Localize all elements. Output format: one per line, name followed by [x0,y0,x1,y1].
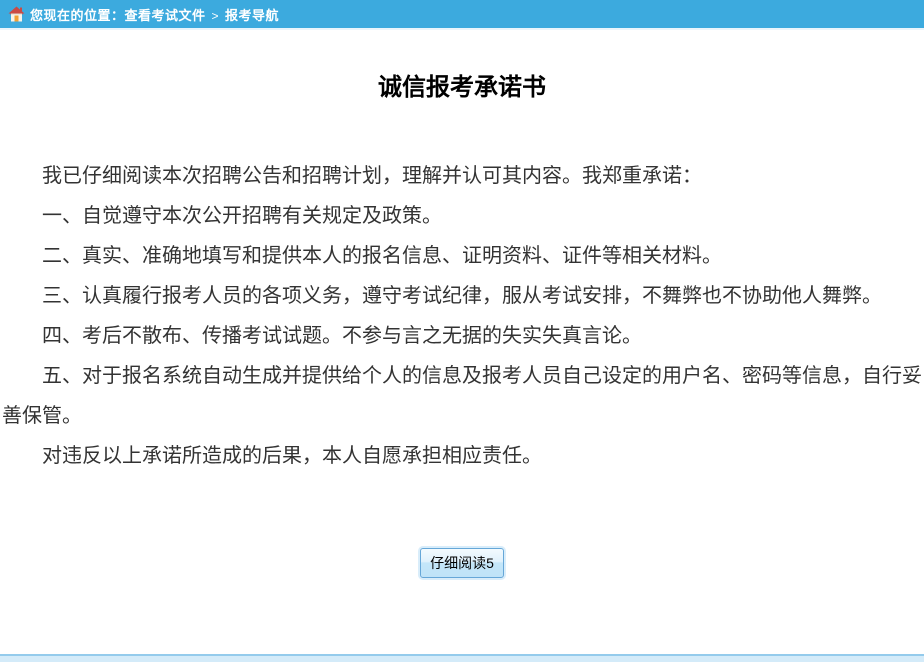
paragraph-closing: 对违反以上承诺所造成的后果，本人自愿承担相应责任。 [2,436,922,476]
footer-strip [0,654,924,662]
page-title: 诚信报考承诺书 [2,30,922,102]
commitment-document: 诚信报考承诺书 我已仔细阅读本次招聘公告和招聘计划，理解并认可其内容。我郑重承诺… [0,30,924,578]
paragraph-item-1: 一、自觉遵守本次公开招聘有关规定及政策。 [2,196,922,236]
button-row: 仔细阅读5 [2,548,922,578]
breadcrumb: 您现在的位置：查看考试文件 > 报考导航 [30,5,279,24]
read-carefully-countdown-button[interactable]: 仔细阅读5 [420,548,504,578]
paragraph-intro: 我已仔细阅读本次招聘公告和招聘计划，理解并认可其内容。我郑重承诺： [2,156,922,196]
paragraph-item-5: 五、对于报名系统自动生成并提供给个人的信息及报考人员自己设定的用户名、密码等信息… [2,356,922,436]
breadcrumb-link-exam-files[interactable]: 查看考试文件 [125,8,206,23]
paragraph-item-4: 四、考后不散布、传播考试试题。不参与言之无据的失实失真言论。 [2,316,922,356]
document-body: 我已仔细阅读本次招聘公告和招聘计划，理解并认可其内容。我郑重承诺： 一、自觉遵守… [2,156,922,476]
breadcrumb-bar: 您现在的位置：查看考试文件 > 报考导航 [0,0,924,30]
breadcrumb-label: 您现在的位置： [30,8,125,23]
breadcrumb-separator: > [212,9,220,23]
paragraph-item-3: 三、认真履行报考人员的各项义务，遵守考试纪律，服从考试安排，不舞弊也不协助他人舞… [2,276,922,316]
breadcrumb-link-apply-nav[interactable]: 报考导航 [225,8,279,23]
home-icon [8,6,25,22]
paragraph-item-2: 二、真实、准确地填写和提供本人的报名信息、证明资料、证件等相关材料。 [2,236,922,276]
